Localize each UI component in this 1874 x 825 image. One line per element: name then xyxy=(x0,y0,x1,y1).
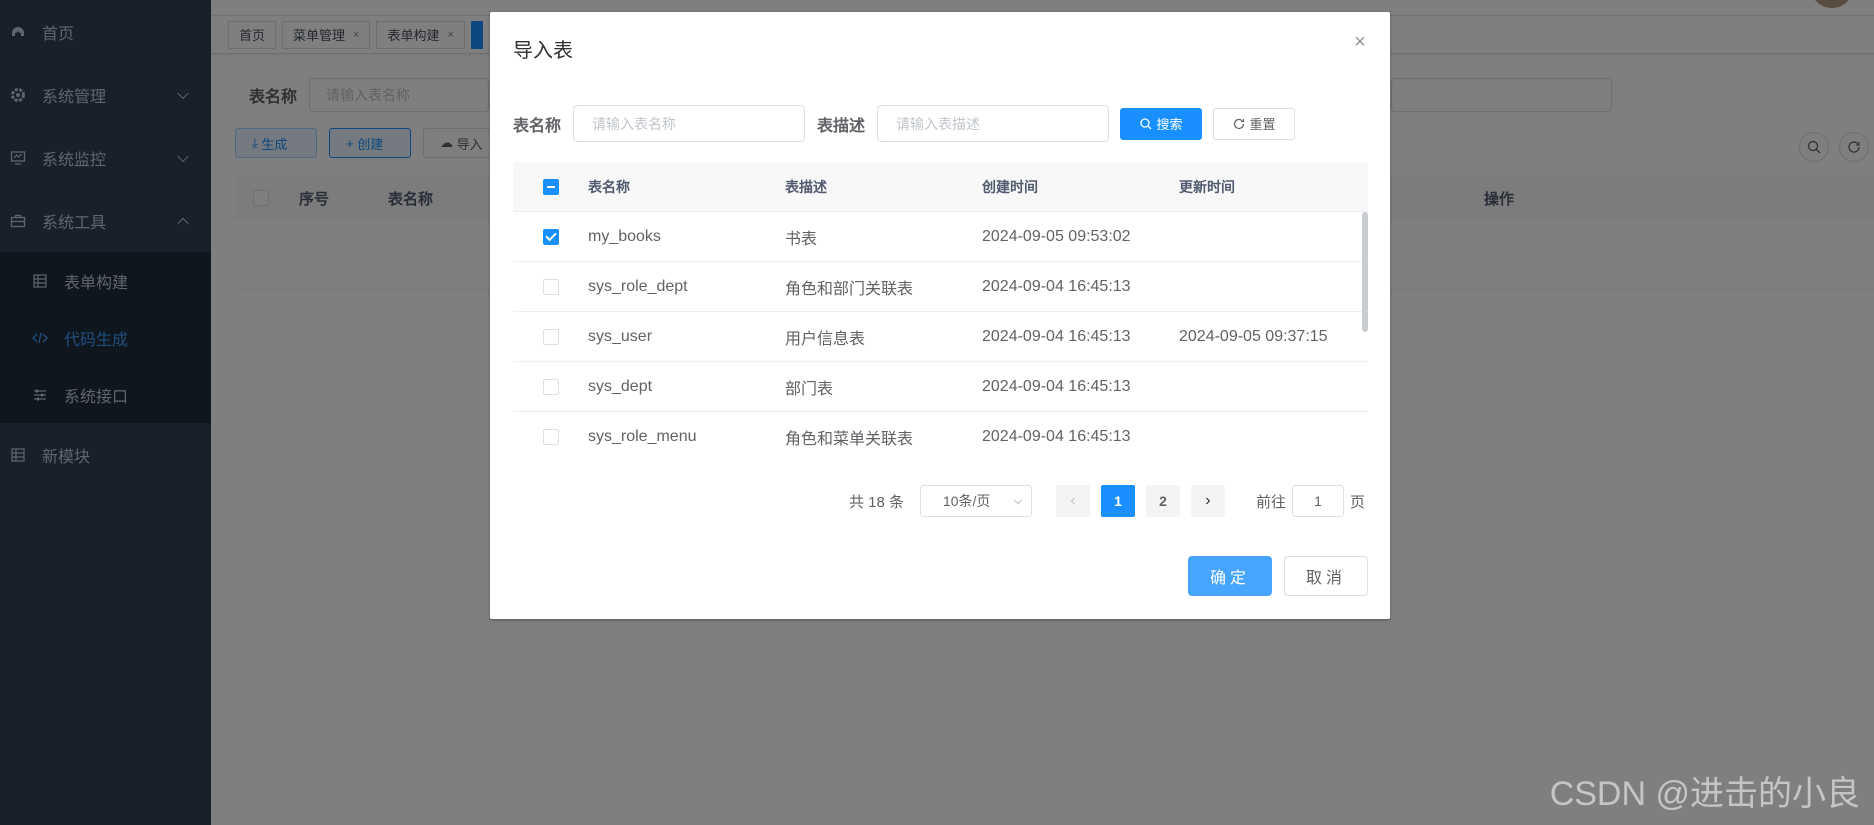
cell-table-name: sys_user xyxy=(588,327,653,345)
cell-table-name: sys_dept xyxy=(588,377,653,395)
prev-page-button[interactable]: ‹ xyxy=(1055,485,1090,517)
cell-created-time: 2024-09-04 16:45:13 xyxy=(982,427,1131,445)
dialog-search-form: 表名称 表描述 搜索 重置 xyxy=(513,105,1296,142)
goto-page-input[interactable]: 1 xyxy=(1291,485,1344,517)
table-name-input[interactable] xyxy=(573,105,806,142)
table-row[interactable]: sys_user 用户信息表 2024-09-04 16:45:13 2024-… xyxy=(513,312,1368,362)
cell-table-desc: 部门表 xyxy=(785,380,834,398)
row-checkbox[interactable] xyxy=(542,378,559,395)
dialog-title: 导入表 xyxy=(513,40,573,62)
cell-table-desc: 角色和菜单关联表 xyxy=(785,430,914,448)
table-desc-input[interactable] xyxy=(877,105,1110,142)
table-row[interactable]: sys_role_dept 角色和部门关联表 2024-09-04 16:45:… xyxy=(513,262,1368,312)
row-checkbox[interactable] xyxy=(542,328,559,345)
watermark: CSDN @进击的小良 xyxy=(1549,775,1860,813)
goto-label: 前往 xyxy=(1255,493,1286,511)
cell-table-name: my_books xyxy=(588,227,661,245)
cell-created-time: 2024-09-04 16:45:13 xyxy=(982,277,1131,295)
search-button[interactable]: 搜索 xyxy=(1120,107,1203,140)
dialog-footer: 确定 取消 xyxy=(1188,556,1368,596)
cancel-button[interactable]: 取消 xyxy=(1284,556,1368,596)
import-table: 表名称 表描述 创建时间 更新时间 my_books 书表 2024-09-05… xyxy=(513,162,1368,455)
col-table-name: 表名称 xyxy=(588,178,630,195)
chevron-right-icon: › xyxy=(1205,492,1211,509)
cell-table-name: sys_role_dept xyxy=(588,277,688,295)
col-table-desc: 表描述 xyxy=(785,178,827,195)
next-page-button[interactable]: › xyxy=(1190,485,1225,517)
page-size-select[interactable]: 10条/页 xyxy=(919,485,1032,517)
page-button-1[interactable]: 1 xyxy=(1100,485,1135,517)
pagination-total: 共 18 条 xyxy=(848,493,904,511)
row-checkbox[interactable] xyxy=(542,278,559,295)
col-created-time: 创建时间 xyxy=(982,178,1038,195)
cell-table-name: sys_role_menu xyxy=(588,427,697,445)
cell-updated-time: 2024-09-05 09:37:15 xyxy=(1179,327,1328,345)
close-icon[interactable]: × xyxy=(1352,32,1368,52)
table-scrollbar[interactable] xyxy=(1362,212,1368,332)
table-row[interactable]: sys_dept 部门表 2024-09-04 16:45:13 xyxy=(513,362,1368,412)
table-header: 表名称 表描述 创建时间 更新时间 xyxy=(513,162,1368,212)
cell-created-time: 2024-09-04 16:45:13 xyxy=(982,327,1131,345)
row-checkbox[interactable] xyxy=(542,428,559,445)
chevron-left-icon: ‹ xyxy=(1070,492,1076,509)
search-icon xyxy=(1139,117,1152,130)
confirm-button[interactable]: 确定 xyxy=(1188,556,1272,596)
goto-suffix: 页 xyxy=(1349,493,1365,511)
col-updated-time: 更新时间 xyxy=(1179,178,1235,195)
table-name-label: 表名称 xyxy=(513,117,562,135)
cell-table-desc: 用户信息表 xyxy=(785,330,866,348)
pagination: 共 18 条 10条/页 ‹ 1 2 › 前往 1 页 xyxy=(490,485,1365,517)
table-desc-label: 表描述 xyxy=(817,117,866,135)
cell-table-desc: 书表 xyxy=(785,230,818,248)
table-row[interactable]: my_books 书表 2024-09-05 09:53:02 xyxy=(513,212,1368,262)
page-button-2[interactable]: 2 xyxy=(1145,485,1180,517)
refresh-icon xyxy=(1233,118,1245,130)
cell-table-desc: 角色和部门关联表 xyxy=(785,280,914,298)
table-row[interactable]: sys_role_menu 角色和菜单关联表 2024-09-04 16:45:… xyxy=(513,412,1368,455)
reset-button[interactable]: 重置 xyxy=(1213,107,1296,140)
button-label: 搜索 xyxy=(1156,117,1183,132)
select-all-checkbox[interactable] xyxy=(542,178,559,195)
row-checkbox[interactable] xyxy=(542,228,559,245)
import-table-dialog: 导入表 × 表名称 表描述 搜索 重置 表名称 表描述 创建时间 更新时间 my… xyxy=(490,12,1390,619)
cell-created-time: 2024-09-05 09:53:02 xyxy=(982,227,1131,245)
page-size-value: 10条/页 xyxy=(942,493,991,509)
button-label: 重置 xyxy=(1249,117,1276,132)
cell-created-time: 2024-09-04 16:45:13 xyxy=(982,377,1131,395)
chevron-down-icon xyxy=(1013,495,1023,505)
